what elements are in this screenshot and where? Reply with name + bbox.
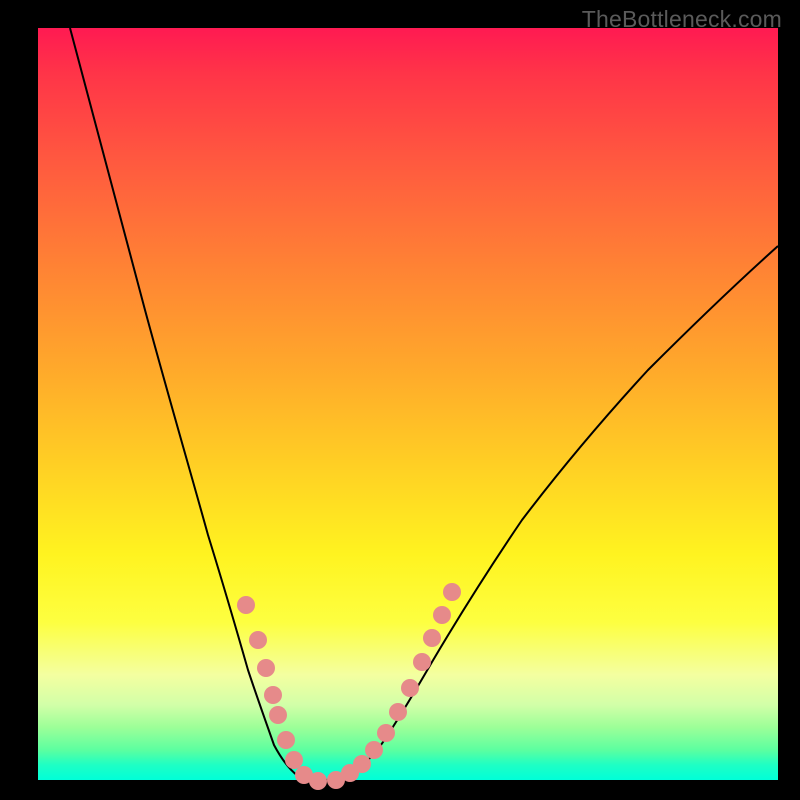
marker-dot (277, 731, 295, 749)
chart-svg (0, 0, 800, 800)
marker-dot (377, 724, 395, 742)
marker-dot (285, 751, 303, 769)
marker-dot (401, 679, 419, 697)
curve-right (338, 246, 778, 779)
marker-dot (264, 686, 282, 704)
marker-dot (413, 653, 431, 671)
marker-dot (237, 596, 255, 614)
marker-dot (309, 772, 327, 790)
marker-dot (257, 659, 275, 677)
marker-dot (353, 755, 371, 773)
watermark-text: TheBottleneck.com (582, 6, 782, 33)
marker-dot (389, 703, 407, 721)
marker-group (237, 583, 461, 790)
marker-dot (443, 583, 461, 601)
marker-dot (423, 629, 441, 647)
marker-dot (249, 631, 267, 649)
marker-dot (269, 706, 287, 724)
marker-dot (365, 741, 383, 759)
marker-dot (433, 606, 451, 624)
chart-container: TheBottleneck.com (0, 0, 800, 800)
